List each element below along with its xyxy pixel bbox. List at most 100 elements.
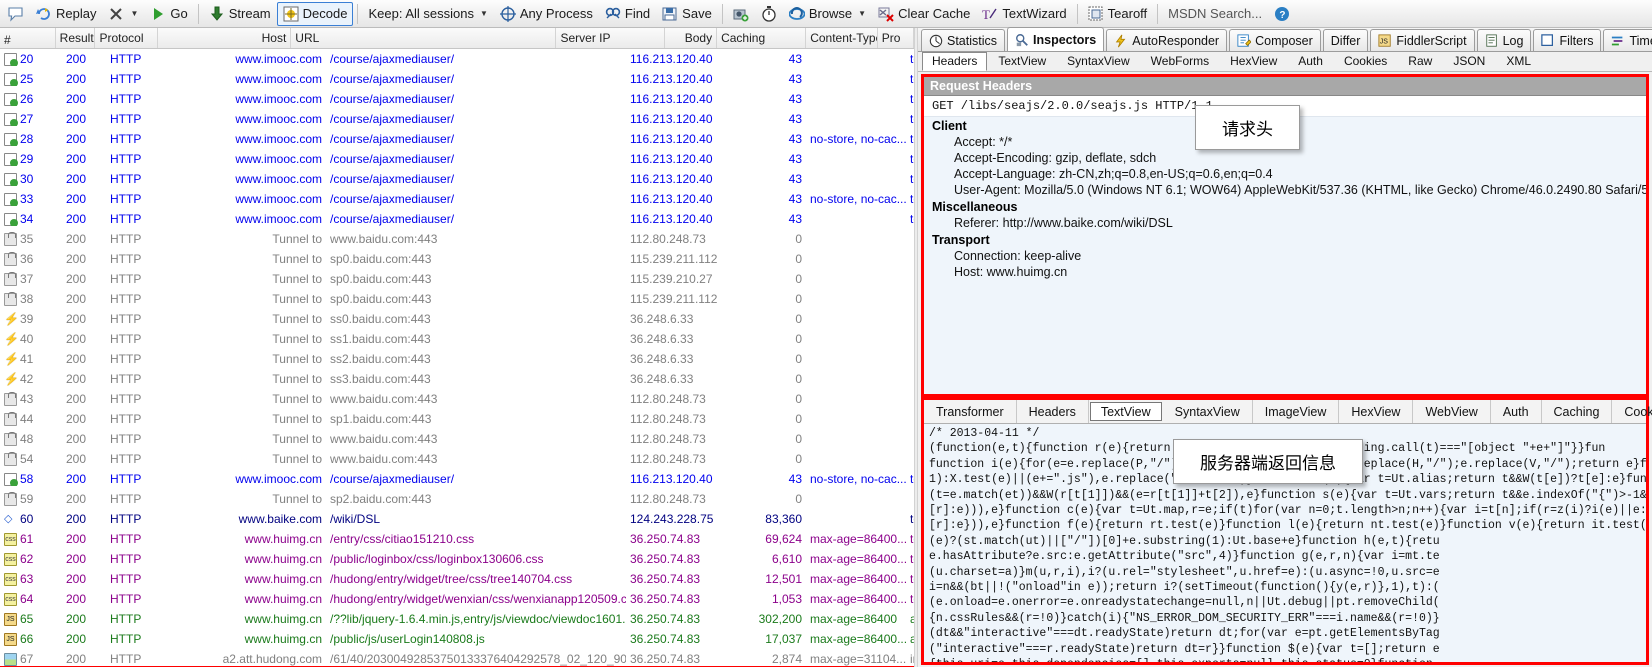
tab-composer[interactable]: Composer	[1229, 29, 1321, 51]
table-row[interactable]: ⚡ 40 200 HTTP Tunnel to ss1.baidu.com:443 36.2…	[0, 329, 914, 349]
grid-column-header[interactable]: Content-Type	[806, 28, 878, 48]
toolbar-save-button[interactable]: Save	[656, 2, 718, 26]
grid-column-header[interactable]: Server IP	[556, 28, 665, 48]
tab-filters[interactable]: Filters	[1533, 29, 1602, 51]
subtab-syntaxview[interactable]: SyntaxView	[1057, 52, 1139, 71]
subtab-webforms[interactable]: WebForms	[1141, 52, 1219, 71]
toolbar-go-button[interactable]: Go	[144, 2, 193, 26]
grid-column-header[interactable]: Protocol	[95, 28, 159, 48]
cell-host: www.imooc.com	[235, 472, 322, 486]
toolbar-keep-all-sessions-button[interactable]: Keep: All sessions ▼	[362, 2, 493, 26]
table-row[interactable]: 34 200 HTTP www.imooc.com/course/ajaxmediau…	[0, 209, 914, 229]
grid-column-header[interactable]: #	[0, 28, 56, 48]
table-row[interactable]: 59 200 HTTP Tunnel to sp2.baidu.com:443 112.8…	[0, 489, 914, 509]
table-row[interactable]: ⚡ 39 200 HTTP Tunnel to ss0.baidu.com:443 36.2…	[0, 309, 914, 329]
comment-icon-button[interactable]	[2, 2, 30, 26]
camera-icon-button[interactable]	[727, 2, 755, 26]
tab-statistics[interactable]: Statistics	[921, 29, 1006, 51]
table-row[interactable]: 43 200 HTTP Tunnel to www.baidu.com:443 112.8…	[0, 389, 914, 409]
inspector-tabbar[interactable]: Statistics Inspectors AutoResponder Compose…	[918, 27, 1652, 52]
cell-index: 58	[0, 472, 62, 486]
response-tab-syntaxview[interactable]: SyntaxView	[1163, 400, 1253, 423]
subtab-textview[interactable]: TextView	[988, 52, 1056, 71]
table-row[interactable]: 27 200 HTTP www.imooc.com/course/ajaxmediau…	[0, 109, 914, 129]
chevron-down-icon[interactable]: ▼	[858, 9, 866, 18]
toolbar-find-button[interactable]: Find	[599, 2, 656, 26]
chevron-down-icon[interactable]: ▼	[480, 9, 488, 18]
response-tab-hexview[interactable]: HexView	[1339, 400, 1414, 423]
grid-column-header[interactable]: Pro	[878, 28, 914, 48]
subtab-xml[interactable]: XML	[1496, 52, 1541, 71]
grid-column-header[interactable]: Result	[56, 28, 96, 48]
table-row[interactable]: 20 200 HTTP www.imooc.com/course/ajaxmediau…	[0, 49, 914, 69]
table-row[interactable]: 54 200 HTTP Tunnel to www.baidu.com:443 112.8…	[0, 449, 914, 469]
tab-differ[interactable]: Differ	[1322, 29, 1369, 51]
tab-timeline[interactable]: Timeline	[1603, 29, 1652, 51]
table-row[interactable]: ⚡ 42 200 HTTP Tunnel to ss3.baidu.com:443 36.2…	[0, 369, 914, 389]
table-row[interactable]: 48 200 HTTP Tunnel to www.baidu.com:443 112.8…	[0, 429, 914, 449]
response-tab-imageview[interactable]: ImageView	[1253, 400, 1340, 423]
remove-x-icon-button[interactable]: ▼	[102, 2, 144, 26]
grid-column-header[interactable]: Host	[158, 28, 292, 48]
help-icon-button[interactable]: ?	[1268, 2, 1296, 26]
subtab-json[interactable]: JSON	[1443, 52, 1495, 71]
toolbar-stream-button[interactable]: Stream	[203, 2, 277, 26]
response-tab-headers[interactable]: Headers	[1017, 400, 1089, 423]
table-row[interactable]: css 61 200 HTTP www.huimg.cn/entry/css/citia…	[0, 529, 914, 549]
toolbar-clear-cache-button[interactable]: Clear Cache	[872, 2, 976, 26]
response-tab-cookies[interactable]: Cookies	[1612, 400, 1652, 423]
table-row[interactable]: 36 200 HTTP Tunnel to sp0.baidu.com:443 115.2…	[0, 249, 914, 269]
toolbar-tearoff-button[interactable]: Tearoff	[1082, 2, 1154, 26]
table-row[interactable]: 28 200 HTTP www.imooc.com/course/ajaxmediau…	[0, 129, 914, 149]
tab-inspectors[interactable]: Inspectors	[1007, 27, 1105, 51]
table-row[interactable]: 35 200 HTTP Tunnel to www.baidu.com:443 112.8…	[0, 229, 914, 249]
subtab-hexview[interactable]: HexView	[1220, 52, 1287, 71]
table-row[interactable]: JS 65 200 HTTP www.huimg.cn /??lib/jquery-1.6…	[0, 609, 914, 629]
table-row[interactable]: 25 200 HTTP www.imooc.com/course/ajaxmediau…	[0, 69, 914, 89]
response-tab-auth[interactable]: Auth	[1491, 400, 1542, 423]
toolbar-msdn-search-button[interactable]: MSDN Search...	[1162, 2, 1268, 26]
table-row[interactable]: 37 200 HTTP Tunnel to sp0.baidu.com:443 115.2…	[0, 269, 914, 289]
toolbar-replay-button[interactable]: Replay	[30, 2, 102, 26]
response-tabbar[interactable]: Transformer Headers TextView SyntaxView Imag…	[924, 400, 1652, 424]
subtab-raw[interactable]: Raw	[1398, 52, 1442, 71]
table-row[interactable]: JS 66 200 HTTP www.huimg.cn/public/js/userLo…	[0, 629, 914, 649]
response-tab-transformer[interactable]: Transformer	[924, 400, 1017, 423]
table-row[interactable]: css 63 200 HTTP www.huimg.cn/hudong/entry/wi…	[0, 569, 914, 589]
table-row[interactable]: 38 200 HTTP Tunnel to sp0.baidu.com:443 115.2…	[0, 289, 914, 309]
toolbar-any-process-button[interactable]: Any Process	[494, 2, 599, 26]
subtab-cookies[interactable]: Cookies	[1334, 52, 1397, 71]
response-tab-webview[interactable]: WebView	[1413, 400, 1491, 423]
response-tab-caching[interactable]: Caching	[1542, 400, 1613, 423]
table-row[interactable]: ⚡ 41 200 HTTP Tunnel to ss2.baidu.com:443 36.2…	[0, 349, 914, 369]
sessions-grid-body[interactable]: 20 200 HTTP www.imooc.com/course/ajaxmediau…	[0, 49, 914, 667]
tab-autoresponder[interactable]: AutoResponder	[1106, 29, 1228, 51]
toolbar-browse-button[interactable]: Browse ▼	[783, 2, 872, 26]
table-row[interactable]: 29 200 HTTP www.imooc.com/course/ajaxmediau…	[0, 149, 914, 169]
tab-fiddlerscript[interactable]: JS FiddlerScript	[1370, 29, 1475, 51]
inspector-subtabbar[interactable]: Headers TextView SyntaxView WebForms HexView…	[918, 52, 1652, 72]
table-row[interactable]: 26 200 HTTP www.imooc.com/course/ajaxmediau…	[0, 89, 914, 109]
table-row[interactable]: 44 200 HTTP Tunnel to sp1.baidu.com:443 112.8…	[0, 409, 914, 429]
toolbar-decode-button[interactable]: Decode	[276, 1, 354, 26]
subtab-headers[interactable]: Headers	[922, 52, 988, 71]
cell-index-value: 58	[20, 472, 34, 486]
grid-column-header[interactable]: Body	[665, 28, 718, 48]
grid-column-header[interactable]: Caching	[717, 28, 807, 48]
table-row[interactable]: css 64 200 HTTP www.huimg.cn/hudong/entry/wi…	[0, 589, 914, 609]
toolbar-textwizard-button[interactable]: T TextWizard	[976, 2, 1072, 26]
tab-log[interactable]: Log	[1476, 29, 1532, 51]
timer-icon-button[interactable]	[755, 2, 783, 26]
table-row[interactable]: 67 200 HTTP a2.att.hudong.com/61/40/2030049…	[0, 649, 914, 667]
header-group-title: Miscellaneous	[932, 200, 1018, 214]
table-row[interactable]: ◇ 60 200 HTTP www.baike.com/wiki/DSL 124.243.…	[0, 509, 914, 529]
subtab-auth[interactable]: Auth	[1288, 52, 1333, 71]
response-tab-textview[interactable]: TextView	[1089, 402, 1162, 421]
table-row[interactable]: 33 200 HTTP www.imooc.com/course/ajaxmediau…	[0, 189, 914, 209]
response-tab-label: Transformer	[936, 404, 1004, 419]
table-row[interactable]: 58 200 HTTP www.imooc.com/course/ajaxmediau…	[0, 469, 914, 489]
table-row[interactable]: css 62 200 HTTP www.huimg.cn/public/loginbox…	[0, 549, 914, 569]
chevron-down-icon[interactable]: ▼	[130, 9, 138, 18]
grid-column-header[interactable]: URL	[291, 28, 557, 48]
table-row[interactable]: 30 200 HTTP www.imooc.com/course/ajaxmediau…	[0, 169, 914, 189]
